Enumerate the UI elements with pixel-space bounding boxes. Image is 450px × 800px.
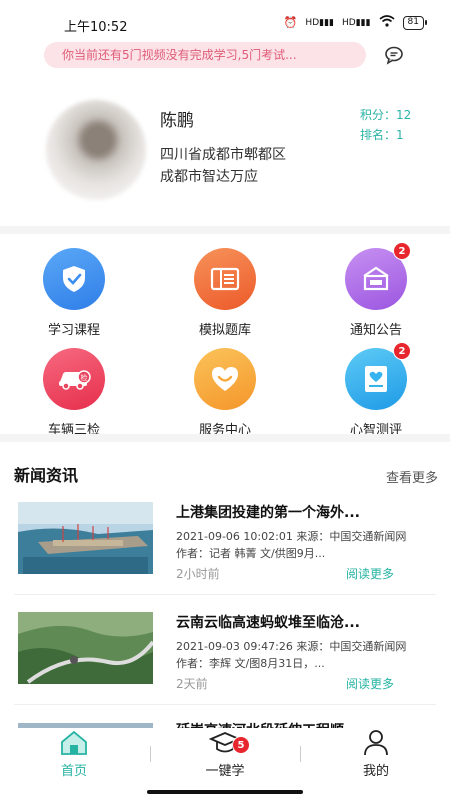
news-item[interactable]: 云南云临高速蚂蚁堆至临沧... 2021-09-03 09:47:26 来源：中… (0, 612, 450, 720)
tab-badge: 5 (232, 736, 250, 754)
section-divider (0, 434, 450, 442)
notice-banner[interactable]: 你当前还有5门视频没有完成学习,5门考试... (44, 42, 366, 68)
grid-item-question-bank[interactable]: 模拟题库 (170, 248, 280, 338)
alarm-icon: ⏰ (283, 16, 298, 29)
grid-item-mind-evaluation[interactable]: 2 心智测评 (321, 342, 431, 438)
news-divider (14, 704, 436, 705)
grid-item-service-center[interactable]: 服务中心 (170, 348, 280, 438)
news-meta: 2021-09-06 10:02:01 来源：中国交通新闻网 作者：记者 韩菁 … (176, 530, 407, 560)
grid-item-label: 通知公告 (349, 323, 402, 338)
function-grid: 学习课程 模拟题库 2 通知公告 检 车辆三检 服务中心 2 心智测评 (0, 240, 450, 438)
vehicle-check-icon: 检 (43, 348, 105, 410)
grid-item-vehicle-check[interactable]: 检 车辆三检 (19, 348, 129, 438)
grid-item-courses[interactable]: 学习课程 (19, 248, 129, 338)
tab-separator (150, 746, 151, 762)
notification-badge: 2 (393, 242, 411, 260)
tab-quick-learn[interactable]: 5 一键学 (170, 728, 280, 779)
avatar[interactable] (46, 100, 146, 200)
svg-text:检: 检 (81, 373, 88, 382)
news-meta: 2021-09-03 09:47:26 来源：中国交通新闻网 作者：李辉 文/图… (176, 640, 407, 670)
score-label: 积分：12 (360, 108, 412, 122)
read-more-link[interactable]: 阅读更多 (346, 675, 394, 692)
heart-service-icon (194, 348, 256, 410)
mind-evaluation-icon: 2 (345, 342, 411, 410)
signal-icon-2: HD▮▮▮ (341, 17, 371, 28)
user-icon (321, 728, 431, 756)
tab-home[interactable]: 首页 (19, 728, 129, 779)
grid-item-notices[interactable]: 2 通知公告 (321, 242, 431, 338)
home-icon (19, 728, 129, 756)
news-title: 上港集团投建的第一个海外... (176, 505, 360, 521)
grid-item-label: 学习课程 (47, 323, 100, 338)
tab-label: 一键学 (205, 764, 245, 779)
section-divider (0, 226, 450, 234)
news-title: 云南云临高速蚂蚁堆至临沧... (176, 615, 360, 631)
notice-board-icon: 2 (345, 242, 411, 310)
news-divider (14, 594, 436, 595)
status-time: 上午10:52 (64, 20, 128, 35)
tab-separator (300, 746, 301, 762)
user-address-line1: 四川省成都市郫都区 (160, 147, 286, 163)
signal-icon: HD▮▮▮ (305, 17, 334, 28)
tab-label: 首页 (60, 764, 87, 779)
notification-badge: 2 (393, 342, 411, 360)
question-bank-icon (194, 248, 256, 310)
user-name: 陈鹏 (160, 111, 194, 131)
news-time-ago: 2天前 (176, 677, 208, 691)
tab-label: 我的 (362, 764, 389, 779)
battery-icon: 81 (402, 15, 428, 30)
profile-card[interactable]: 陈鹏 四川省成都市郫都区 成都市智达万应 积分：12 排名：1 (0, 86, 450, 226)
news-time-ago: 2小时前 (176, 567, 220, 581)
rank-label: 排名：1 (360, 128, 404, 142)
news-thumbnail (18, 612, 155, 684)
read-more-link[interactable]: 阅读更多 (346, 565, 394, 582)
status-bar: 上午10:52 ⏰ HD▮▮▮ HD▮▮▮ 81 (0, 0, 450, 40)
notice-text: 你当前还有5门视频没有完成学习,5门考试... (62, 48, 297, 62)
news-item[interactable]: 上港集团投建的第一个海外... 2021-09-06 10:02:01 来源：中… (0, 502, 450, 610)
shield-check-icon (43, 248, 105, 310)
wifi-icon (379, 15, 395, 30)
news-more-link[interactable]: 查看更多 (386, 467, 438, 486)
message-icon[interactable] (384, 45, 404, 65)
user-address-line2: 成都市智达万应 (160, 169, 258, 185)
graduation-cap-icon: 5 (170, 728, 280, 756)
news-thumbnail (18, 502, 153, 574)
grid-item-label: 模拟题库 (198, 323, 251, 338)
news-section-title: 新闻资讯 (14, 462, 93, 488)
gesture-home-bar[interactable] (147, 790, 303, 794)
status-icons: ⏰ HD▮▮▮ HD▮▮▮ 81 (283, 15, 428, 30)
tab-mine[interactable]: 我的 (321, 728, 431, 779)
